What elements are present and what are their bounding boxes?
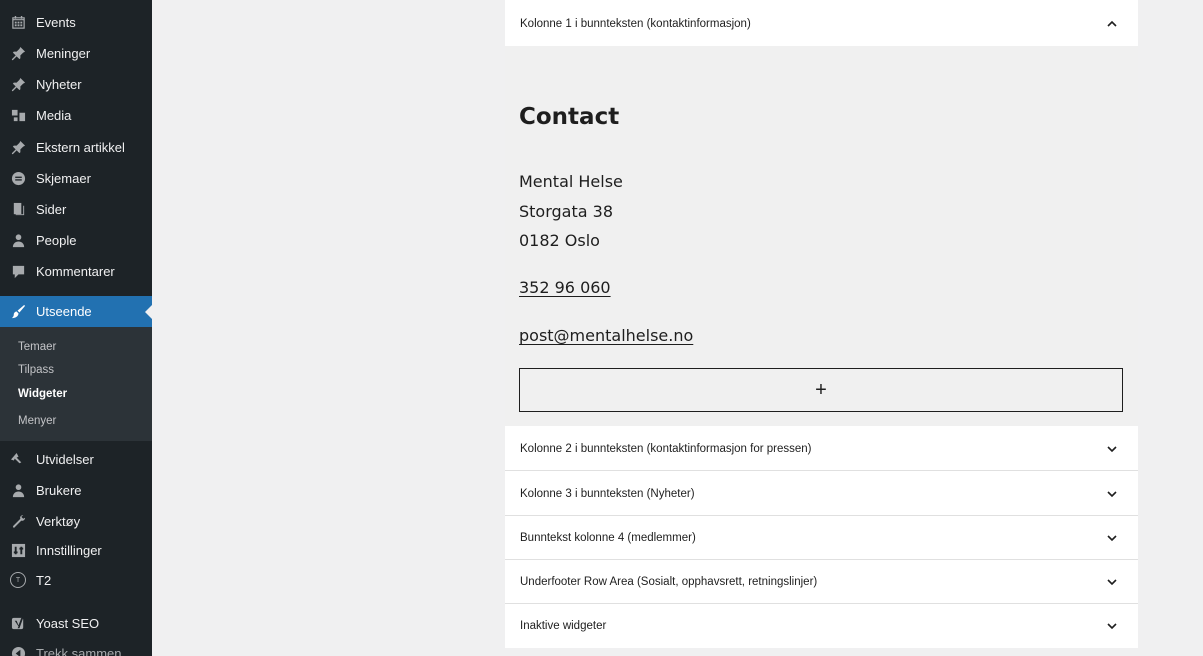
widget-area-title: Kolonne 3 i bunnteksten (Nyheter) <box>520 487 695 500</box>
forms-icon <box>10 170 26 186</box>
widget-area-toggle-inaktive[interactable]: Inaktive widgeter <box>505 604 1138 648</box>
add-block-button[interactable]: + <box>519 368 1123 412</box>
menu-label: Trekk sammen <box>36 645 122 656</box>
menu-label: Skjemaer <box>36 170 91 186</box>
menu-item-skjemaer[interactable]: Skjemaer <box>0 164 152 192</box>
menu-item-t2[interactable]: T T2 <box>0 566 152 594</box>
menu-label: Kommentarer <box>36 263 115 279</box>
widget-area-title: Kolonne 1 i bunnteksten (kontaktinformas… <box>520 18 751 30</box>
address-line[interactable]: 0182 Oslo <box>519 231 600 250</box>
menu-label: Ekstern artikkel <box>36 139 125 155</box>
settings-icon <box>10 542 26 558</box>
menu-label: Verktøy <box>36 513 81 529</box>
pin-icon <box>10 76 26 92</box>
menu-item-utseende[interactable]: Utseende <box>0 296 152 327</box>
pin-icon <box>10 139 26 155</box>
menu-item-ekstern-artikkel[interactable]: Ekstern artikkel <box>0 133 152 161</box>
menu-item-yoast-seo[interactable]: Yoast SEO <box>0 609 152 637</box>
menu-item-events[interactable]: Events <box>0 8 152 36</box>
menu-item-sider[interactable]: Sider <box>0 195 152 223</box>
menu-label: Utseende <box>36 304 92 319</box>
chevron-down-icon <box>1106 620 1118 632</box>
menu-item-nyheter[interactable]: Nyheter <box>0 70 152 98</box>
widget-area-toggle-kolonne-4[interactable]: Bunntekst kolonne 4 (medlemmer) <box>505 516 1138 560</box>
chevron-down-icon <box>1106 443 1118 455</box>
menu-label: Sider <box>36 201 67 217</box>
chevron-down-icon <box>1106 576 1118 588</box>
current-menu-arrow <box>145 304 152 319</box>
menu-label: Events <box>36 14 76 30</box>
menu-label: T2 <box>36 572 52 588</box>
users-icon <box>10 482 26 498</box>
contact-heading[interactable]: Contact <box>519 104 619 130</box>
comment-icon <box>10 263 26 279</box>
widget-area-content: Contact Mental Helse Storgata 38 0182 Os… <box>505 46 1138 426</box>
widget-area-toggle-kolonne-2[interactable]: Kolonne 2 i bunnteksten (kontaktinformas… <box>505 427 1138 471</box>
address-line[interactable]: Storgata 38 <box>519 202 613 221</box>
menu-label: Nyheter <box>36 76 82 92</box>
widget-area-title: Underfooter Row Area (Sosialt, opphavsre… <box>520 575 818 588</box>
menu-item-innstillinger[interactable]: Innstillinger <box>0 536 152 564</box>
collapse-icon <box>10 645 26 656</box>
submenu-item-tilpass[interactable]: Tilpass <box>18 364 54 376</box>
menu-label: Brukere <box>36 482 82 498</box>
menu-item-people[interactable]: People <box>0 226 152 254</box>
wrench-icon <box>10 513 26 529</box>
menu-label: Yoast SEO <box>36 615 100 631</box>
menu-item-brukere[interactable]: Brukere <box>0 476 152 504</box>
chevron-down-icon <box>1106 532 1118 544</box>
menu-label: Meninger <box>36 45 91 61</box>
people-icon <box>10 232 26 248</box>
chevron-down-icon <box>1106 488 1118 500</box>
menu-label: Innstillinger <box>36 542 102 558</box>
media-icon <box>10 107 26 123</box>
email-link[interactable]: post@mentalhelse.no <box>519 326 693 345</box>
submenu-item-menyer[interactable]: Menyer <box>18 415 56 427</box>
admin-sidebar: Events Meninger Nyheter Media Ekstern ar… <box>0 0 152 656</box>
menu-item-media[interactable]: Media <box>0 101 152 129</box>
pin-icon <box>10 45 26 61</box>
menu-item-utvidelser[interactable]: Utvidelser <box>0 445 152 473</box>
menu-item-meninger[interactable]: Meninger <box>0 39 152 67</box>
menu-label: People <box>36 232 77 248</box>
chevron-up-icon <box>1106 18 1118 30</box>
plugin-icon <box>10 451 26 467</box>
widget-area-toggle-kolonne-3[interactable]: Kolonne 3 i bunnteksten (Nyheter) <box>505 472 1138 516</box>
t2-icon: T <box>10 572 26 588</box>
widget-area-toggle-kolonne-1[interactable]: Kolonne 1 i bunnteksten (kontaktinformas… <box>505 2 1138 46</box>
menu-label: Media <box>36 107 72 123</box>
widget-area-title: Bunntekst kolonne 4 (medlemmer) <box>520 531 696 544</box>
menu-label: Utvidelser <box>36 451 94 467</box>
address-line[interactable]: Mental Helse <box>519 172 623 191</box>
widget-area-title: Inaktive widgeter <box>520 620 607 632</box>
menu-item-kommentarer[interactable]: Kommentarer <box>0 257 152 285</box>
calendar-icon <box>10 14 26 30</box>
submenu-item-widgeter[interactable]: Widgeter <box>18 388 67 400</box>
widget-area-title: Kolonne 2 i bunnteksten (kontaktinformas… <box>520 442 812 455</box>
menu-item-verktoy[interactable]: Verktøy <box>0 507 152 535</box>
menu-item-trekk-sammen[interactable]: Trekk sammen <box>0 639 152 656</box>
yoast-icon <box>10 615 26 631</box>
pages-icon <box>10 201 26 217</box>
submenu-item-temaer[interactable]: Temaer <box>18 341 56 353</box>
appearance-icon <box>10 304 26 320</box>
widget-area-toggle-underfooter[interactable]: Underfooter Row Area (Sosialt, opphavsre… <box>505 560 1138 604</box>
appearance-submenu: Temaer Tilpass Widgeter Menyer <box>0 327 152 441</box>
widget-areas-panel: Kolonne 1 i bunnteksten (kontaktinformas… <box>505 0 1138 648</box>
phone-link[interactable]: 352 96 060 <box>519 278 611 297</box>
